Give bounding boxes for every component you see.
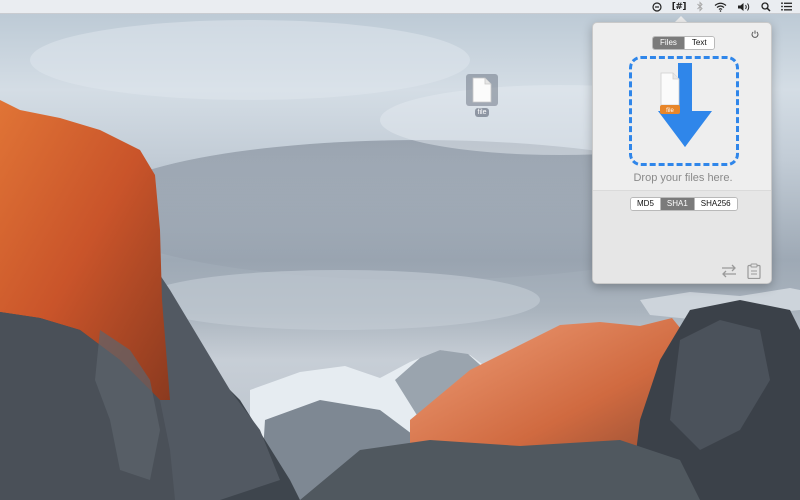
volume-icon[interactable]: [737, 0, 751, 14]
mode-segmented-control: Files Text: [652, 36, 715, 50]
tab-sha256[interactable]: SHA256: [694, 198, 737, 210]
hash-algorithm-control: MD5 SHA1 SHA256: [630, 197, 738, 211]
file-icon: [466, 74, 498, 106]
compare-arrows-icon[interactable]: [721, 263, 737, 279]
tab-files[interactable]: Files: [653, 37, 685, 49]
tab-sha1[interactable]: SHA1: [660, 198, 695, 210]
desktop-file-label: file: [474, 108, 490, 117]
download-arrow-icon: file: [658, 63, 712, 147]
drop-instructions: Drop your files here.: [633, 172, 733, 184]
spotlight-search-icon[interactable]: [761, 0, 771, 14]
dragged-file-badge: file: [666, 108, 674, 114]
dragged-file-icon: file: [660, 72, 680, 114]
hash-app-label: [#]: [671, 1, 687, 12]
tab-md5[interactable]: MD5: [631, 198, 661, 210]
clipboard-icon[interactable]: [746, 263, 762, 279]
hash-app-menu[interactable]: [#]: [671, 0, 687, 14]
wifi-icon[interactable]: [714, 0, 727, 14]
file-drop-zone[interactable]: file: [629, 56, 739, 166]
power-icon[interactable]: [749, 28, 761, 40]
desktop-file[interactable]: file: [466, 74, 498, 117]
bluetooth-icon[interactable]: [696, 0, 704, 14]
tab-text[interactable]: Text: [684, 37, 714, 49]
popover-lower-section: MD5 SHA1 SHA256: [593, 190, 771, 283]
notification-center-icon[interactable]: [781, 0, 792, 14]
hash-popover: Files Text file Drop your files here. MD…: [592, 22, 772, 284]
menu-bar: [#]: [0, 0, 800, 14]
sync-icon[interactable]: [652, 0, 662, 14]
